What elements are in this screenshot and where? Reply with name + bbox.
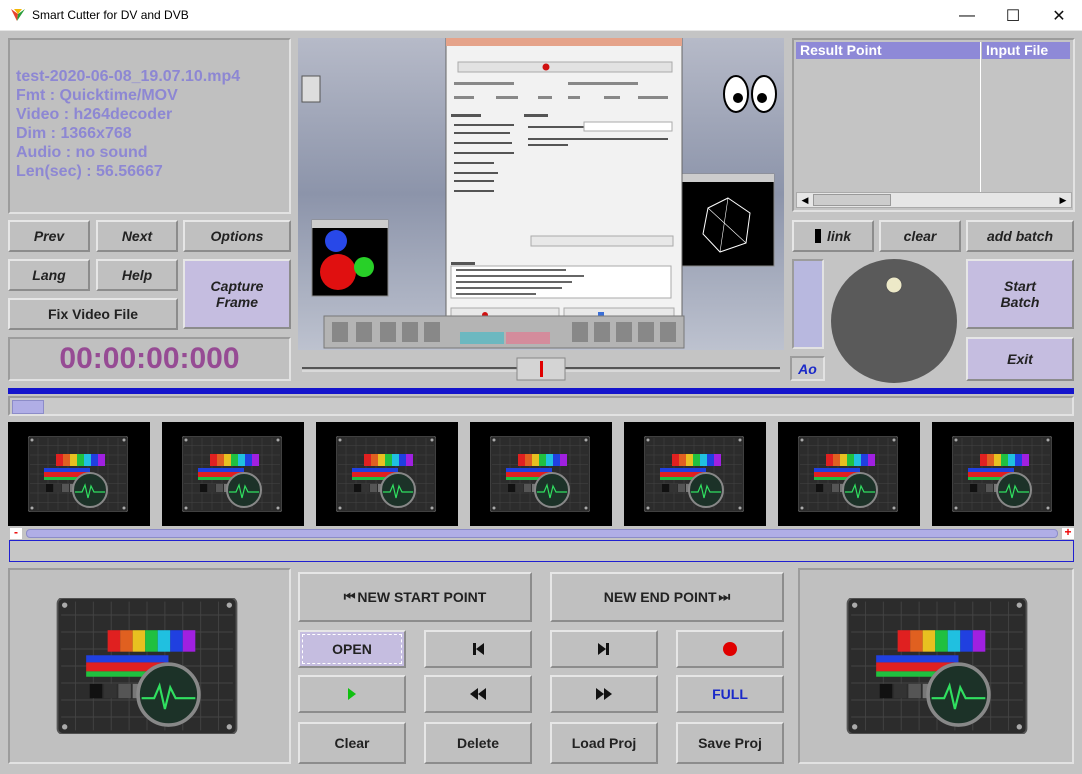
load-proj-button[interactable]: Load Proj — [550, 722, 658, 764]
end-frame-image — [846, 597, 1028, 735]
zoom-out-icon[interactable]: - — [10, 526, 22, 539]
link-label: link — [826, 228, 852, 244]
lang-button[interactable]: Lang — [8, 259, 90, 291]
audio-out-button[interactable]: Ao — [790, 356, 825, 381]
delete-button[interactable]: Delete — [424, 722, 532, 764]
close-button[interactable]: ✕ — [1036, 0, 1082, 31]
next-button[interactable]: Next — [96, 220, 178, 252]
result-h-scrollbar[interactable]: ◀ ▶ — [796, 192, 1072, 208]
start-frame-image — [56, 597, 238, 735]
record-icon — [723, 642, 737, 656]
title-bar: Smart Cutter for DV and DVB — ☐ ✕ — [0, 0, 1082, 31]
rewind-icon — [470, 688, 486, 700]
format-text: Fmt : Quicktime/MOV — [16, 87, 178, 104]
app-window: Smart Cutter for DV and DVB — ☐ ✕ test-2… — [0, 0, 1082, 774]
tv-test-pattern-icon — [335, 435, 437, 517]
sequence-bar[interactable]: - + — [10, 526, 1074, 539]
tv-test-pattern-icon — [181, 435, 283, 517]
options-button[interactable]: Options — [183, 220, 291, 252]
jump-end-icon: ⏭ — [718, 589, 731, 604]
thumbnail-frame[interactable] — [162, 422, 304, 526]
result-list[interactable]: Result Point Input File ◀ ▶ — [792, 38, 1075, 212]
step-forward-icon — [598, 643, 609, 655]
help-button[interactable]: Help — [96, 259, 178, 291]
separator-line — [8, 388, 1074, 394]
tv-test-pattern-icon — [27, 435, 129, 517]
link-checkbox-icon — [814, 229, 821, 243]
thumbnail-strip[interactable] — [8, 422, 1082, 526]
rewind-button[interactable] — [424, 675, 532, 713]
new-end-label: NEW END POINT — [603, 589, 717, 605]
video-seek-slider[interactable] — [298, 356, 784, 382]
zoom-in-icon[interactable]: + — [1062, 526, 1074, 539]
thumbnail-frame[interactable] — [316, 422, 458, 526]
window-title: Smart Cutter for DV and DVB — [32, 8, 189, 22]
volume-slider[interactable] — [792, 259, 824, 349]
fix-video-file-button[interactable]: Fix Video File — [8, 298, 178, 330]
maximize-icon: ☐ — [1005, 7, 1021, 25]
record-button[interactable] — [676, 630, 784, 668]
end-frame-panel — [798, 568, 1074, 764]
full-button[interactable]: FULL — [676, 675, 784, 713]
tv-test-pattern-icon — [643, 435, 745, 517]
video-preview — [298, 38, 784, 350]
play-button[interactable] — [298, 675, 406, 713]
close-icon: ✕ — [1052, 7, 1066, 25]
app-logo-icon — [11, 9, 25, 21]
thumbnail-frame[interactable] — [8, 422, 150, 526]
tv-test-pattern-icon — [489, 435, 591, 517]
fast-forward-icon — [596, 688, 612, 700]
minimize-icon: — — [959, 6, 975, 24]
add-batch-button[interactable]: add batch — [966, 220, 1074, 252]
prev-button[interactable]: Prev — [8, 220, 90, 252]
link-button[interactable]: link — [792, 220, 874, 252]
jog-knob[interactable] — [830, 259, 960, 383]
sequence-range[interactable] — [26, 529, 1058, 538]
minimize-button[interactable]: — — [944, 0, 990, 31]
dimension-text: Dim : 1366x768 — [16, 125, 132, 142]
fast-forward-button[interactable] — [550, 675, 658, 713]
status-text-field[interactable] — [9, 540, 1074, 562]
audio-text: Audio : no sound — [16, 144, 148, 161]
clear-list-button[interactable]: clear — [879, 220, 961, 252]
start-frame-panel — [8, 568, 291, 764]
thumbnail-frame[interactable] — [470, 422, 612, 526]
result-point-header[interactable]: Result Point — [796, 42, 980, 59]
scroll-thumb[interactable] — [813, 194, 891, 206]
maximize-button[interactable]: ☐ — [990, 0, 1036, 31]
timeline-thumb[interactable] — [12, 400, 44, 414]
capture-frame-button[interactable]: Capture Frame — [183, 259, 291, 329]
thumbnail-frame[interactable] — [624, 422, 766, 526]
start-batch-button[interactable]: Start Batch — [966, 259, 1074, 329]
new-start-point-button[interactable]: ⏮ NEW START POINT — [298, 572, 532, 622]
new-end-point-button[interactable]: NEW END POINT ⏭ — [550, 572, 784, 622]
save-proj-button[interactable]: Save Proj — [676, 722, 784, 764]
tv-test-pattern-icon — [797, 435, 899, 517]
thumbnail-frame[interactable] — [932, 422, 1074, 526]
length-text: Len(sec) : 56.56667 — [16, 163, 163, 180]
new-start-label: NEW START POINT — [357, 589, 487, 605]
tv-test-pattern-icon — [951, 435, 1053, 517]
clear-button[interactable]: Clear — [298, 722, 406, 764]
jump-start-icon: ⏮ — [343, 589, 356, 604]
file-name: test-2020-06-08_19.07.10.mp4 — [16, 68, 241, 85]
timecode-display: 00:00:00:000 — [8, 337, 291, 381]
timeline-scroll[interactable] — [8, 396, 1074, 416]
scroll-right-icon[interactable]: ▶ — [1056, 194, 1070, 206]
video-codec-text: Video : h264decoder — [16, 106, 173, 123]
step-forward-button[interactable] — [550, 630, 658, 668]
file-info-panel: test-2020-06-08_19.07.10.mp4 Fmt : Quick… — [8, 38, 291, 214]
column-divider — [980, 42, 981, 192]
exit-button[interactable]: Exit — [966, 337, 1074, 381]
step-back-button[interactable] — [424, 630, 532, 668]
scroll-left-icon[interactable]: ◀ — [798, 194, 812, 206]
step-back-icon — [473, 643, 484, 655]
input-file-header[interactable]: Input File — [982, 42, 1070, 59]
play-icon — [348, 688, 356, 700]
open-button[interactable]: OPEN — [298, 630, 406, 668]
thumbnail-frame[interactable] — [778, 422, 920, 526]
video-frame-image — [298, 38, 784, 350]
